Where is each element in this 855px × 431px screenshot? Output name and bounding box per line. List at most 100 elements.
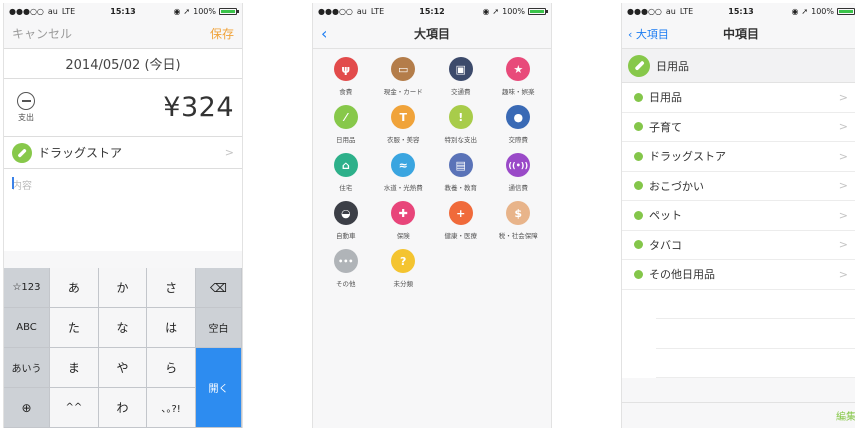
memo-field[interactable]: 内容 bbox=[4, 169, 242, 251]
key-ha[interactable]: は bbox=[147, 308, 196, 348]
key-ka[interactable]: か bbox=[98, 268, 148, 308]
key-ra[interactable]: ら bbox=[147, 348, 196, 388]
subcategory-row[interactable]: その他日用品 > bbox=[622, 260, 855, 290]
car-icon: ◒ bbox=[333, 201, 358, 225]
status-bar: ●●●○○ au LTE 15:13 ◉ ➚ 100% bbox=[4, 3, 242, 19]
category-cell[interactable]: ✚ 保険 bbox=[375, 201, 433, 240]
exclamation-icon: ! bbox=[448, 105, 473, 129]
chevron-right-icon: > bbox=[838, 208, 848, 222]
key-emoticon[interactable]: ^^ bbox=[50, 388, 99, 428]
category-label: 未分類 bbox=[393, 280, 414, 288]
date-row[interactable]: 2014/05/02 (今日) bbox=[4, 49, 242, 79]
train-icon: ▣ bbox=[448, 57, 473, 81]
nav-bar: ‹ 大項目 bbox=[313, 19, 551, 49]
category-cell[interactable]: ≈ 水道・光熱費 bbox=[375, 153, 433, 192]
key-numbers[interactable]: ☆123 bbox=[4, 268, 50, 308]
carrier-label: au bbox=[356, 6, 367, 16]
category-cell[interactable]: ▣ 交通費 bbox=[432, 57, 490, 96]
edit-button[interactable]: 編集 bbox=[836, 408, 855, 423]
category-label: 自動車 bbox=[336, 232, 356, 240]
key-a[interactable]: あ bbox=[50, 268, 99, 308]
category-cell[interactable]: ◒ 自動車 bbox=[317, 201, 375, 240]
subcategory-row[interactable]: ペット > bbox=[622, 201, 855, 231]
key-na[interactable]: な bbox=[98, 308, 148, 348]
key-ya[interactable]: や bbox=[98, 348, 148, 388]
category-cell[interactable]: $ 税・社会保障 bbox=[490, 201, 548, 240]
cancel-button[interactable]: キャンセル bbox=[12, 25, 72, 42]
category-cell[interactable]: ! 特別な支出 bbox=[432, 105, 490, 144]
dot-icon bbox=[634, 151, 643, 161]
amount-value[interactable]: ¥324 bbox=[163, 92, 234, 123]
delete-icon[interactable]: ⌫ bbox=[196, 268, 242, 308]
category-label: 日用品 bbox=[336, 136, 356, 144]
back-chevron-icon[interactable]: ‹ bbox=[321, 24, 327, 43]
subcategory-row[interactable]: タバコ > bbox=[622, 231, 855, 260]
key-ta[interactable]: た bbox=[50, 308, 99, 348]
key-space[interactable]: 空白 bbox=[196, 308, 242, 348]
category-label: 税・社会保障 bbox=[498, 232, 538, 240]
category-cell[interactable]: ▭ 現金・カード bbox=[375, 57, 433, 96]
house-icon: ⌂ bbox=[333, 153, 358, 177]
amount-row: 支出 ¥324 bbox=[4, 79, 242, 137]
key-sa[interactable]: さ bbox=[147, 268, 196, 308]
category-cell[interactable]: ⁄ 日用品 bbox=[317, 105, 375, 144]
category-cell[interactable]: ● 交際費 bbox=[490, 105, 548, 144]
subcategory-row[interactable]: 日用品 > bbox=[622, 83, 855, 113]
subcategory-label: おこづかい bbox=[649, 179, 704, 193]
subcategory-label: タバコ bbox=[649, 238, 682, 252]
faucet-icon: ≈ bbox=[391, 153, 416, 177]
category-cell[interactable]: ? 未分類 bbox=[375, 249, 433, 288]
people-icon: ● bbox=[506, 105, 531, 129]
key-abc[interactable]: ABC bbox=[4, 308, 50, 348]
empty-rows bbox=[622, 289, 855, 378]
subcategory-row[interactable]: 子育て > bbox=[622, 113, 855, 142]
category-row[interactable]: ドラッグストア > bbox=[4, 137, 242, 169]
screen-expense-entry: ●●●○○ au LTE 15:13 ◉ ➚ 100% キャンセル 保存 201… bbox=[3, 3, 243, 428]
subcategory-label: ドラッグストア bbox=[649, 150, 726, 164]
date-value: 2014/05/02 (今日) bbox=[65, 58, 181, 73]
category-label: 住宅 bbox=[339, 184, 353, 192]
chevron-right-icon: > bbox=[838, 267, 848, 281]
category-cell[interactable]: ((•)) 通信費 bbox=[490, 153, 548, 192]
category-cell[interactable]: T 衣服・美容 bbox=[375, 105, 433, 144]
save-button[interactable]: 保存 bbox=[210, 25, 234, 42]
category-label: 通信費 bbox=[508, 184, 529, 192]
pill-icon bbox=[12, 142, 32, 163]
category-cell[interactable]: ••• その他 bbox=[317, 249, 375, 288]
battery-percent: 100% bbox=[811, 6, 834, 16]
category-cell[interactable]: ★ 趣味・娯楽 bbox=[490, 57, 548, 96]
expense-label: 支出 bbox=[18, 113, 34, 122]
cross-icon: + bbox=[448, 201, 473, 225]
subcategory-row[interactable]: ドラッグストア > bbox=[622, 142, 855, 172]
category-cell[interactable]: + 健康・医療 bbox=[432, 201, 490, 240]
dot-icon bbox=[634, 240, 643, 250]
key-enter[interactable]: 開く bbox=[196, 348, 242, 428]
category-cell[interactable]: ⌂ 住宅 bbox=[317, 153, 375, 192]
key-ma[interactable]: ま bbox=[50, 348, 99, 388]
dot-icon bbox=[634, 92, 643, 102]
key-punctuation[interactable]: ､｡?! bbox=[147, 388, 196, 428]
fork-knife-icon: ψ bbox=[333, 57, 358, 81]
category-label: 特別な支出 bbox=[444, 136, 478, 144]
nav-bar: ‹ 大項目 中項目 bbox=[622, 19, 855, 49]
chevron-right-icon: > bbox=[224, 146, 234, 159]
category-cell[interactable]: ψ 食費 bbox=[317, 57, 375, 96]
expense-toggle[interactable]: 支出 bbox=[12, 92, 40, 123]
category-cell[interactable]: ▤ 教養・教育 bbox=[432, 153, 490, 192]
chevron-right-icon: > bbox=[838, 149, 848, 163]
globe-icon[interactable]: ⊕ bbox=[4, 388, 50, 428]
signal-icon: ●●●○○ bbox=[318, 6, 353, 16]
category-label: 健康・医療 bbox=[444, 232, 478, 240]
key-kana[interactable]: あいう bbox=[4, 348, 50, 388]
screen-sub-category: ●●●○○ au LTE 15:13 ◉ ➚ 100% ‹ 大項目 中項目 日用… bbox=[621, 3, 855, 428]
battery-percent: 100% bbox=[193, 6, 216, 16]
key-wa[interactable]: わ bbox=[98, 388, 148, 428]
subcategory-label: 子育て bbox=[649, 120, 682, 134]
subcategory-row[interactable]: おこづかい > bbox=[622, 172, 855, 201]
category-label: 現金・カード bbox=[383, 88, 423, 96]
book-icon: ▤ bbox=[448, 153, 473, 177]
japanese-keyboard: ☆123 あ か さ ⌫ ABC た な は 空白 あいう ま や ら 開く ⊕… bbox=[4, 268, 242, 428]
category-label: その他 bbox=[336, 280, 356, 288]
chevron-right-icon: > bbox=[838, 179, 848, 193]
bottom-toolbar: 編集 bbox=[622, 402, 855, 428]
